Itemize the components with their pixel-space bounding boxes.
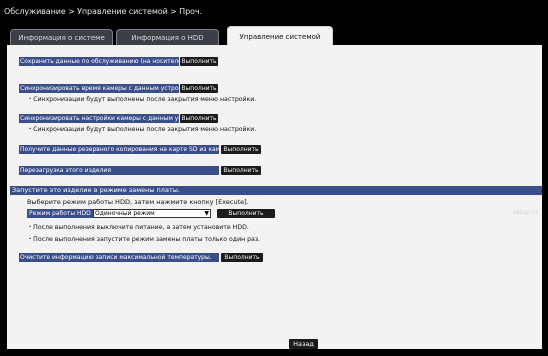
- chevron-down-icon: ▼: [204, 210, 209, 217]
- backup-sd-button[interactable]: Выполнить: [221, 145, 261, 154]
- tab-system-info[interactable]: Информация о системе: [10, 29, 113, 45]
- board-replace-note-2: ・После выполнения запустите режим замены…: [27, 236, 261, 243]
- hdd-mode-value: Одиночный режим: [95, 210, 155, 217]
- breadcrumb: Обслуживание > Управление системой > Про…: [4, 7, 202, 16]
- watermark: setup.ru: [513, 209, 538, 216]
- sync-time-note: ・Синхронизации будут выполнены после зак…: [27, 96, 257, 103]
- tab-system-management[interactable]: Управление системой: [227, 26, 333, 46]
- save-data-button[interactable]: Выполнить: [180, 57, 218, 66]
- reboot-label: Перезагрузка этого изделия: [19, 166, 219, 175]
- board-replace-heading: Запустите это изделие в режиме замены пл…: [10, 186, 542, 195]
- board-replace-instruction: Выберите режим работы HDD, затем нажмите…: [27, 198, 249, 206]
- clear-temp-label: Очистите информацию записи максимальной …: [19, 253, 219, 262]
- board-replace-button[interactable]: Выполнить: [217, 209, 275, 218]
- sync-settings-label: Синхронизировать настройки камеры с данн…: [19, 114, 216, 123]
- back-button[interactable]: Назад: [289, 339, 318, 349]
- save-data-label: Сохранить данные по обслуживанию (на нос…: [19, 57, 199, 66]
- sync-time-label: Синхронизировать время камеры с данным у…: [19, 84, 201, 93]
- tab-hdd-info[interactable]: Информация о HDD: [116, 29, 219, 45]
- hdd-mode-label: Режим работы HDD: [27, 209, 93, 218]
- board-replace-note-1: ・После выполнения выключите питание, а з…: [27, 224, 249, 231]
- backup-sd-label: Получите данные резервного копирования н…: [19, 145, 235, 154]
- clear-temp-button[interactable]: Выполнить: [221, 253, 263, 262]
- hdd-mode-select[interactable]: Одиночный режим ▼: [93, 209, 211, 218]
- sync-time-button[interactable]: Выполнить: [180, 84, 218, 93]
- reboot-button[interactable]: Выполнить: [221, 166, 261, 175]
- sync-settings-button[interactable]: Выполнить: [180, 114, 218, 123]
- screen: Обслуживание > Управление системой > Про…: [0, 0, 548, 356]
- sync-settings-note: ・Синхронизации будут выполнены после зак…: [27, 126, 257, 133]
